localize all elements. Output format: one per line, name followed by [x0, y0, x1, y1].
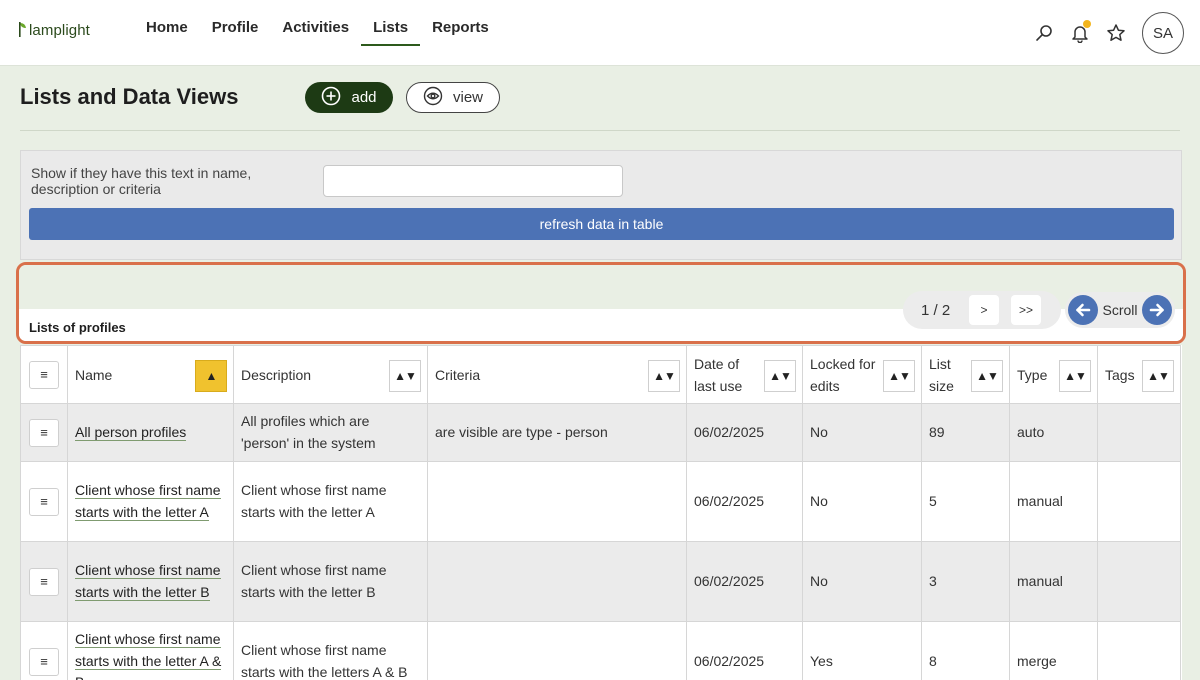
filter-panel: Show if they have this text in name, des…	[20, 150, 1182, 260]
list-toolbar-highlight: Lists of profiles 1 / 2 > >> Scroll	[16, 262, 1186, 344]
scroll-label: Scroll	[1102, 302, 1138, 318]
table-row: ≡ Client whose first name starts with th…	[20, 461, 1181, 542]
refresh-data-button[interactable]: refresh data in table	[29, 208, 1174, 240]
filter-text-input[interactable]	[323, 165, 623, 197]
list-description: Client whose first name starts with the …	[233, 541, 428, 622]
column-header-description: Description ▲▼	[233, 345, 428, 404]
sort-locked-icon[interactable]: ▲▼	[883, 360, 915, 392]
row-menu-icon[interactable]: ≡	[29, 567, 59, 596]
list-name-link[interactable]: Client whose first name starts with the …	[75, 562, 221, 601]
column-header-criteria: Criteria ▲▼	[427, 345, 687, 404]
list-size: 89	[921, 403, 1010, 462]
list-name-link[interactable]: Client whose first name starts with the …	[75, 482, 221, 521]
list-date: 06/02/2025	[686, 403, 803, 462]
column-header-date: Date of last use ▲▼	[686, 345, 803, 404]
table-row: ≡ Client whose first name starts with th…	[20, 621, 1181, 680]
sort-description-icon[interactable]: ▲▼	[389, 360, 421, 392]
top-navigation-bar: lamplight Home Profile Activities Lists …	[0, 0, 1200, 66]
nav-activities[interactable]: Activities	[270, 0, 361, 46]
list-date: 06/02/2025	[686, 621, 803, 680]
column-header-tags: Tags ▲▼	[1097, 345, 1181, 404]
column-header-type: Type ▲▼	[1009, 345, 1098, 404]
last-page-button[interactable]: >>	[1011, 295, 1041, 325]
list-name-link[interactable]: Client whose first name starts with the …	[75, 631, 222, 680]
page-title: Lists and Data Views	[20, 84, 239, 109]
avatar[interactable]: SA	[1142, 12, 1184, 54]
list-name-link[interactable]: All person profiles	[75, 423, 187, 441]
pagination-control: 1 / 2 > >>	[903, 291, 1061, 329]
list-criteria	[427, 461, 687, 542]
table-header-row: ≡ Name ▲ Description ▲▼ Criteria ▲▼ Date…	[20, 345, 1181, 404]
list-tags	[1097, 461, 1181, 542]
list-criteria	[427, 541, 687, 622]
row-menu-icon[interactable]: ≡	[29, 418, 59, 447]
lists-table: ≡ Name ▲ Description ▲▼ Criteria ▲▼ Date…	[20, 345, 1181, 680]
view-button-label: view	[452, 89, 483, 106]
list-locked: No	[802, 461, 922, 542]
list-tags	[1097, 621, 1181, 680]
filter-label: Show if they have this text in name, des…	[31, 165, 252, 197]
notification-dot	[1083, 20, 1091, 28]
list-size: 5	[921, 461, 1010, 542]
nav-profile[interactable]: Profile	[200, 0, 271, 46]
list-locked: No	[802, 403, 922, 462]
list-description: All profiles which are 'person' in the s…	[233, 403, 428, 462]
column-header-size: List size ▲▼	[921, 345, 1010, 404]
list-type: auto	[1009, 403, 1098, 462]
sort-type-icon[interactable]: ▲▼	[1059, 360, 1091, 392]
sort-date-icon[interactable]: ▲▼	[764, 360, 796, 392]
row-menu-icon[interactable]: ≡	[29, 647, 59, 676]
list-size: 8	[921, 621, 1010, 680]
column-options-menu-icon[interactable]: ≡	[29, 360, 59, 389]
lists-table-container[interactable]: ≡ Name ▲ Description ▲▼ Criteria ▲▼ Date…	[20, 345, 1182, 680]
view-button[interactable]: view	[406, 82, 500, 113]
sort-tags-icon[interactable]: ▲▼	[1142, 360, 1174, 392]
list-type: manual	[1009, 541, 1098, 622]
star-icon[interactable]	[1098, 15, 1134, 51]
list-tags	[1097, 403, 1181, 462]
logo-text: lamplight	[29, 22, 90, 39]
search-icon[interactable]	[1026, 15, 1062, 51]
scroll-left-icon[interactable]	[1068, 295, 1098, 325]
eye-icon	[423, 86, 443, 110]
list-date: 06/02/2025	[686, 541, 803, 622]
sort-name-icon[interactable]: ▲	[195, 360, 227, 392]
list-section-title: Lists of profiles	[29, 320, 126, 335]
table-row: ≡ All person profiles All profiles which…	[20, 403, 1181, 462]
title-divider	[20, 130, 1180, 131]
list-criteria	[427, 621, 687, 680]
sort-size-icon[interactable]: ▲▼	[971, 360, 1003, 392]
nav-home[interactable]: Home	[134, 0, 200, 46]
column-header-locked: Locked for edits ▲▼	[802, 345, 922, 404]
next-page-button[interactable]: >	[969, 295, 999, 325]
sort-criteria-icon[interactable]: ▲▼	[648, 360, 680, 392]
list-size: 3	[921, 541, 1010, 622]
list-locked: No	[802, 541, 922, 622]
column-header-name: Name ▲	[67, 345, 234, 404]
nav-lists[interactable]: Lists	[361, 0, 421, 46]
list-description: Client whose first name starts with the …	[233, 621, 428, 680]
row-menu-icon[interactable]: ≡	[29, 487, 59, 516]
list-description: Client whose first name starts with the …	[233, 461, 428, 542]
logo-lamp-icon	[18, 20, 28, 40]
main-nav: Home Profile Activities Lists Reports	[134, 0, 501, 66]
list-type: manual	[1009, 461, 1098, 542]
table-scroll-control: Scroll	[1065, 292, 1175, 328]
column-menu-header: ≡	[20, 345, 68, 404]
bell-icon[interactable]	[1062, 15, 1098, 51]
add-button-label: add	[351, 89, 377, 106]
list-locked: Yes	[802, 621, 922, 680]
add-button[interactable]: add	[305, 82, 393, 113]
list-type: merge	[1009, 621, 1098, 680]
lamplight-logo[interactable]: lamplight	[18, 16, 90, 40]
table-row: ≡ Client whose first name starts with th…	[20, 541, 1181, 622]
nav-reports[interactable]: Reports	[420, 0, 501, 46]
list-tags	[1097, 541, 1181, 622]
list-date: 06/02/2025	[686, 461, 803, 542]
scroll-right-icon[interactable]	[1141, 295, 1172, 325]
list-criteria: are visible are type - person	[427, 403, 687, 462]
page-indicator: 1 / 2	[921, 301, 951, 319]
top-icons: SA	[1026, 0, 1184, 66]
plus-circle-icon	[321, 86, 341, 110]
